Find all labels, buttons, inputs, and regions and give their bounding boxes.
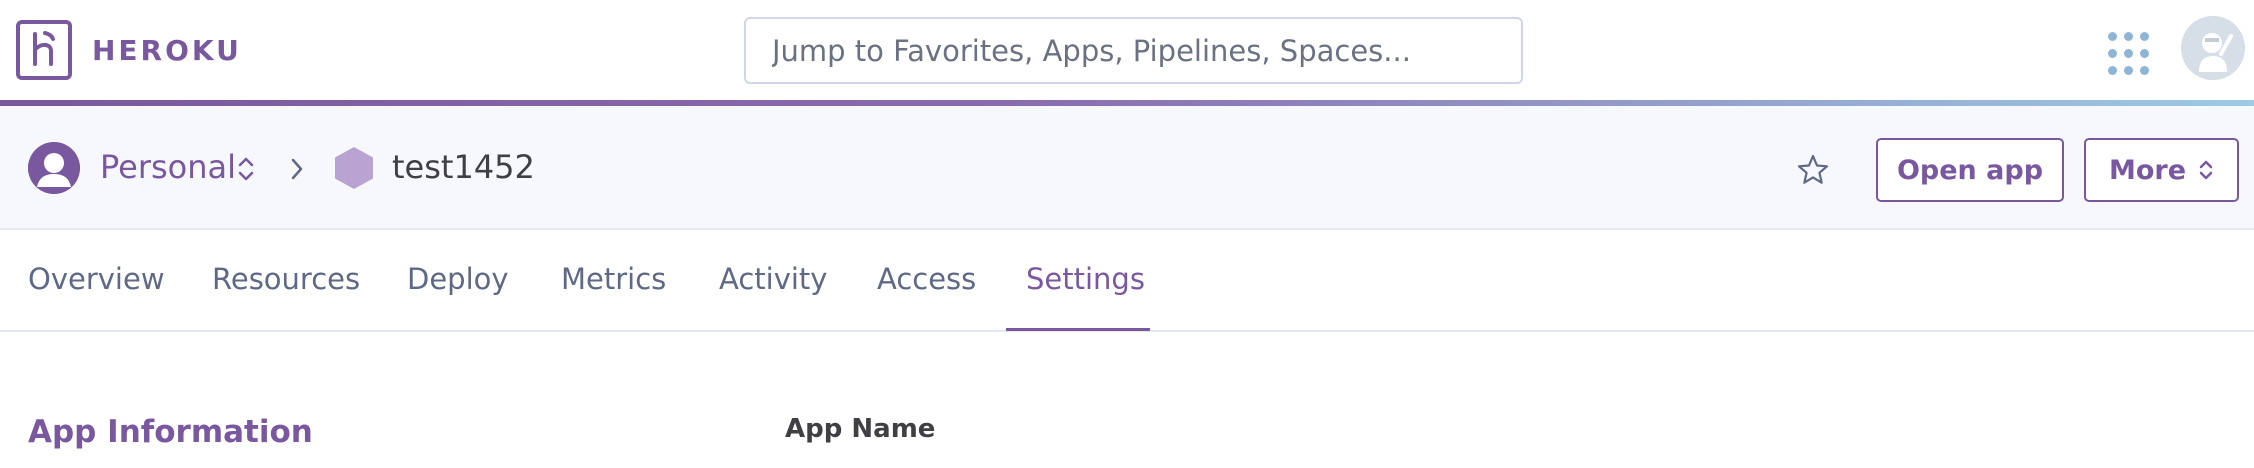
heroku-logo[interactable]: HEROKU <box>16 20 242 80</box>
tab-settings[interactable]: Settings <box>1026 262 1145 296</box>
active-tab-indicator <box>1006 328 1150 331</box>
open-app-button[interactable]: Open app <box>1876 138 2064 202</box>
star-icon[interactable] <box>1796 153 1830 192</box>
breadcrumb-app-name: test1452 <box>392 148 535 186</box>
chevron-up-down-icon <box>2199 160 2213 180</box>
brand-name: HEROKU <box>92 33 242 67</box>
open-app-button-label: Open app <box>1896 154 2044 186</box>
top-header: HEROKU <box>0 0 2254 100</box>
tab-resources[interactable]: Resources <box>212 262 360 296</box>
tab-activity[interactable]: Activity <box>719 262 827 296</box>
user-avatar-icon[interactable] <box>2181 16 2245 80</box>
chevron-right-icon <box>287 156 307 187</box>
hexagon-icon <box>332 145 376 196</box>
search-input[interactable] <box>744 17 1523 84</box>
tab-overview[interactable]: Overview <box>28 262 165 296</box>
tab-metrics[interactable]: Metrics <box>561 262 666 296</box>
section-title: App Information <box>28 414 313 450</box>
app-tabs: Overview Resources Deploy Metrics Activi… <box>0 230 2254 332</box>
app-name-field-label: App Name <box>785 414 936 444</box>
apps-grid-icon[interactable] <box>2108 32 2149 75</box>
user-circle-icon <box>28 142 80 194</box>
tab-deploy[interactable]: Deploy <box>407 262 509 296</box>
app-header: Personal test1452 Open app More <box>0 106 2254 230</box>
heroku-logo-icon <box>16 20 72 80</box>
owner-switch-icon[interactable] <box>236 154 256 189</box>
breadcrumb-owner[interactable]: Personal <box>100 148 236 186</box>
tab-access[interactable]: Access <box>877 262 976 296</box>
more-button-label: More <box>2108 154 2187 186</box>
more-button[interactable]: More <box>2084 138 2239 202</box>
